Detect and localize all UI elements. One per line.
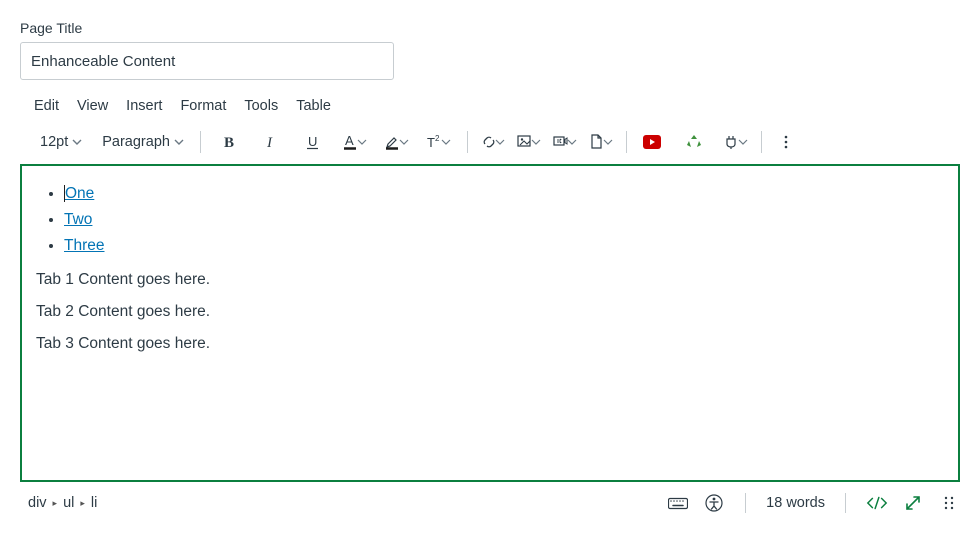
toolbar: 12pt Paragraph B I U A	[20, 124, 960, 164]
svg-text:A: A	[345, 133, 354, 148]
svg-text:U: U	[308, 134, 317, 149]
svg-text:B: B	[224, 135, 234, 150]
menu-view[interactable]: View	[77, 98, 108, 114]
element-path[interactable]: div ▸ ul ▸ li	[28, 495, 97, 511]
menu-tools[interactable]: Tools	[244, 98, 278, 114]
underline-button[interactable]: U	[295, 128, 331, 156]
block-format-select[interactable]: Paragraph	[96, 128, 190, 156]
menu-insert[interactable]: Insert	[126, 98, 162, 114]
menu-format[interactable]: Format	[180, 98, 226, 114]
svg-text:I: I	[266, 135, 273, 150]
toolbar-divider	[761, 131, 762, 153]
content-paragraph: Tab 3 Content goes here.	[36, 332, 944, 356]
toolbar-divider	[626, 131, 627, 153]
menu-edit[interactable]: Edit	[34, 98, 59, 114]
toolbar-divider	[467, 131, 468, 153]
page-title-input[interactable]	[20, 42, 394, 80]
status-divider	[745, 493, 746, 513]
editor-area[interactable]: One Two Three Tab 1 Content goes here. T…	[20, 164, 960, 482]
accessibility-icon[interactable]	[703, 492, 725, 514]
content-list: One Two Three	[36, 182, 944, 258]
keyboard-icon[interactable]	[667, 492, 689, 514]
html-view-icon[interactable]	[866, 492, 888, 514]
bold-button[interactable]: B	[211, 128, 247, 156]
statusbar: div ▸ ul ▸ li 18 words	[0, 482, 980, 514]
page-title-label: Page Title	[20, 20, 960, 36]
content-link-one[interactable]: One	[64, 185, 94, 202]
plugin-button[interactable]	[721, 128, 751, 156]
list-item: Three	[64, 234, 944, 258]
path-separator-icon: ▸	[78, 498, 87, 509]
document-button[interactable]	[586, 128, 616, 156]
menu-table[interactable]: Table	[296, 98, 331, 114]
more-button[interactable]	[772, 128, 800, 156]
status-divider	[845, 493, 846, 513]
drag-handle-icon[interactable]	[938, 492, 960, 514]
chevron-down-icon	[72, 137, 82, 147]
text-color-button[interactable]: A	[337, 128, 373, 156]
list-item: One	[64, 182, 944, 206]
content-link-three[interactable]: Three	[64, 237, 105, 254]
content-paragraph: Tab 2 Content goes here.	[36, 300, 944, 324]
svg-text:T: T	[427, 135, 435, 150]
highlight-color-button[interactable]	[379, 128, 415, 156]
content-link-two[interactable]: Two	[64, 211, 92, 228]
link-button[interactable]	[478, 128, 508, 156]
image-button[interactable]	[514, 128, 544, 156]
path-separator-icon: ▸	[51, 498, 60, 509]
recycle-icon[interactable]	[679, 128, 709, 156]
media-button[interactable]	[550, 128, 580, 156]
list-item: Two	[64, 208, 944, 232]
toolbar-divider	[200, 131, 201, 153]
content-paragraph: Tab 1 Content goes here.	[36, 268, 944, 292]
italic-button[interactable]: I	[253, 128, 289, 156]
chevron-down-icon	[174, 137, 184, 147]
fullscreen-icon[interactable]	[902, 492, 924, 514]
font-size-select[interactable]: 12pt	[34, 128, 88, 156]
svg-text:2: 2	[435, 134, 440, 143]
superscript-button[interactable]: T 2	[421, 128, 457, 156]
word-count[interactable]: 18 words	[766, 495, 825, 511]
youtube-icon[interactable]	[637, 128, 667, 156]
menubar: Edit View Insert Format Tools Table	[20, 80, 960, 124]
